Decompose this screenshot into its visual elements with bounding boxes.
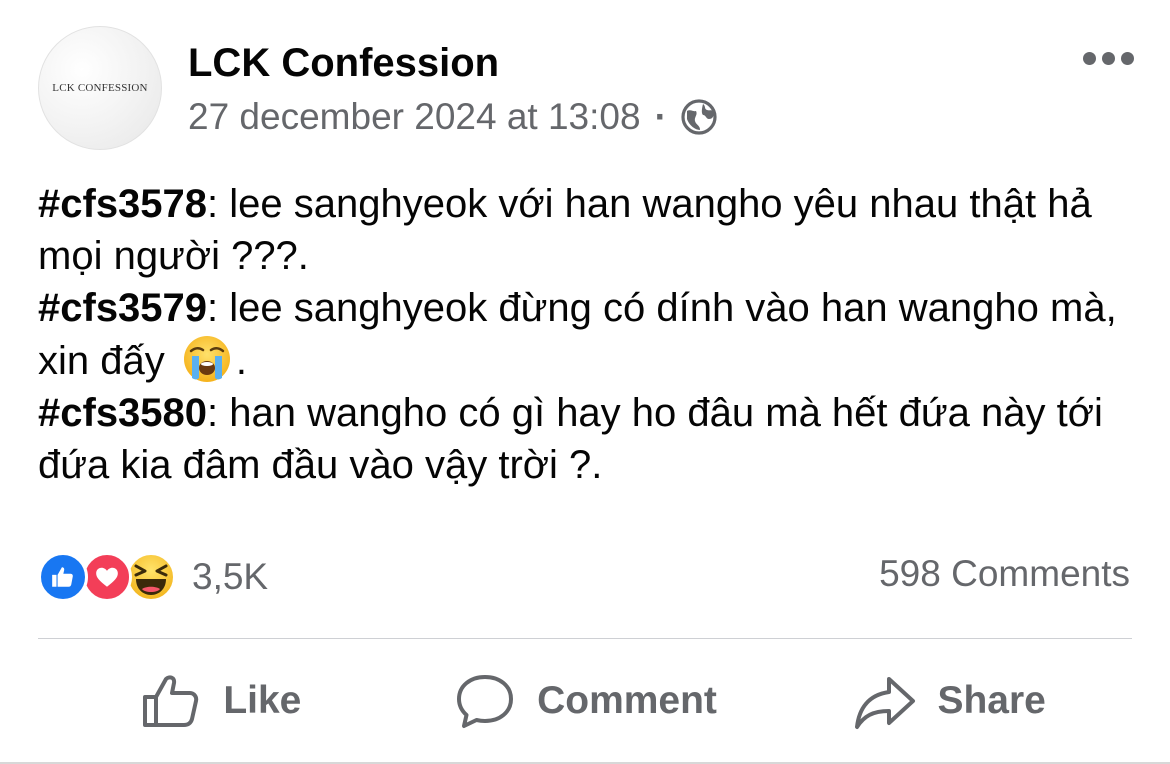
love-reaction-icon xyxy=(82,552,132,602)
post-actions-bar: Like Comment Share xyxy=(38,664,1132,738)
hashtag-link[interactable]: #cfs3578 xyxy=(38,182,207,226)
divider xyxy=(38,638,1132,639)
facebook-post: LCK CONFESSION LCK Confession 27 decembe… xyxy=(0,0,1170,764)
post-body: #cfs3578: lee sanghyeok với han wangho y… xyxy=(38,178,1138,491)
like-button[interactable]: Like xyxy=(38,664,403,738)
reactions-summary[interactable]: 3,5K xyxy=(38,552,268,602)
share-label: Share xyxy=(937,679,1046,722)
share-arrow-icon xyxy=(855,677,916,729)
more-dot xyxy=(1102,52,1115,65)
like-label: Like xyxy=(223,679,302,722)
post-timestamp[interactable]: 27 december 2024 at 13:08 xyxy=(188,96,641,138)
page-name[interactable]: LCK Confession xyxy=(188,40,499,86)
more-dot xyxy=(1083,52,1096,65)
reaction-count: 3,5K xyxy=(192,556,269,597)
like-reaction-icon xyxy=(38,552,88,602)
globe-icon[interactable] xyxy=(679,97,719,137)
page-avatar[interactable]: LCK CONFESSION xyxy=(38,26,162,150)
more-dot xyxy=(1121,52,1134,65)
more-options-icon[interactable] xyxy=(1083,52,1134,65)
confession-paragraph: #cfs3580: han wangho có gì hay ho đâu mà… xyxy=(38,387,1138,491)
hashtag-link[interactable]: #cfs3579 xyxy=(38,286,207,330)
confession-paragraph: #cfs3579: lee sanghyeok đừng có dính vào… xyxy=(38,282,1138,387)
comments-count[interactable]: 598 Comments xyxy=(879,553,1130,595)
confession-suffix: . xyxy=(235,339,247,383)
thumbs-up-icon xyxy=(143,675,199,727)
post-meta: 27 december 2024 at 13:08 · xyxy=(188,94,719,140)
comment-label: Comment xyxy=(537,679,717,722)
comment-bubble-icon xyxy=(457,675,514,728)
haha-reaction-icon xyxy=(126,552,176,602)
comment-button[interactable]: Comment xyxy=(403,664,768,738)
loudly-crying-face-icon xyxy=(183,336,230,382)
share-button[interactable]: Share xyxy=(767,664,1132,738)
hashtag-link[interactable]: #cfs3580 xyxy=(38,391,207,435)
meta-separator: · xyxy=(654,96,667,137)
confession-paragraph: #cfs3578: lee sanghyeok với han wangho y… xyxy=(38,178,1138,282)
avatar-logo-text: LCK CONFESSION xyxy=(52,82,148,94)
